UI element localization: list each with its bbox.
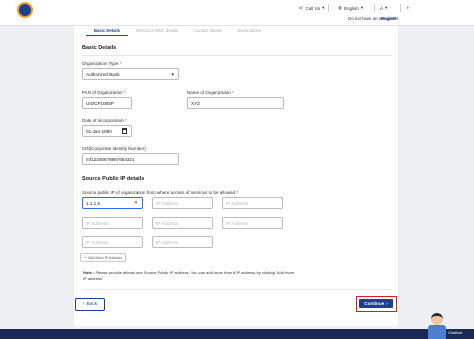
cin-label: CIN(Corporate Identity Number) [82,146,146,151]
basic-details-title: Basic Details [82,45,117,51]
note-text: Please provide atleast one Source Public… [83,270,295,281]
add-more-ip-button[interactable]: + Add More IP Address [80,253,126,262]
tab-contact-details[interactable]: Contact details [186,26,230,36]
ip-address-value-1: 1.1.1.5 [86,201,101,206]
header-divider [374,4,375,12]
ip-address-input-4[interactable]: IP Address [82,217,143,229]
chevron-down-icon: ▾ [322,5,325,10]
org-type-select[interactable]: Authorized Bank ▾ [82,68,179,80]
calendar-icon[interactable] [122,128,127,134]
ip-address-input-7[interactable]: IP Address [82,236,143,248]
chevron-left-icon: ‹ [82,302,85,307]
ip-address-input-1[interactable]: 1.1.1.5 ✕ [82,197,143,209]
ip-placeholder: IP Address [86,240,109,245]
page-footer [0,329,474,339]
globe-icon: ◍ [338,5,342,10]
clear-icon[interactable]: ✕ [134,200,138,206]
chatbot-avatar-icon[interactable] [427,311,447,339]
register-link[interactable]: Register [381,16,398,21]
ip-placeholder: IP Address [86,221,109,226]
ip-placeholder: IP Address [156,240,179,245]
org-type-label: Organization Type * [82,61,122,66]
tab-declarations[interactable]: Declarations [230,26,269,36]
ip-note: Note : Please provide atleast one Source… [83,270,298,282]
header-divider [400,4,401,12]
ip-placeholder: IP Address [226,201,249,206]
chevron-down-icon: ▾ [171,72,174,78]
text-size-icon: A [380,5,384,11]
cin-value: mf12345678987654321 [86,157,135,162]
continue-highlight: Continue › [356,296,397,312]
org-name-value: XYZ [191,101,200,106]
avatar-face [431,313,443,325]
top-header: ☏ Call Us ▾ ◍ English ▾ A ▾ ◑ Do not hav… [0,0,474,26]
org-type-value: Authorized Bank [86,72,120,77]
cin-input[interactable]: mf12345678987654321 [82,153,179,165]
org-name-input[interactable]: XYZ [187,97,284,109]
step-tabs: Basic Details Resource MNC details Conta… [86,26,269,36]
font-size-selector[interactable]: A ▾ [380,5,387,11]
pan-input[interactable]: UIOCP1005P [82,97,132,109]
back-button[interactable]: ‹ Back [75,298,105,311]
chevron-down-icon: ▾ [385,5,388,10]
tab-resource-mnc-details[interactable]: Resource MNC details [128,26,186,36]
chevron-down-icon: ▾ [360,5,363,10]
plus-icon: + [83,255,87,260]
chatbot-label[interactable]: Chatbot [448,330,462,335]
ip-placeholder: IP Address [226,221,249,226]
pan-label: PAN of Organization * [82,90,126,95]
ip-details-title: Source Public IP details [82,176,145,182]
doi-label: Date of incorporation * [82,118,127,123]
pan-value: UIOCP1005P [86,101,114,106]
tab-basic-details[interactable]: Basic Details [86,26,129,36]
ip-address-input-6[interactable]: IP Address [222,217,283,229]
continue-label: Continue [364,301,385,306]
note-prefix: Note : [83,270,95,275]
section-divider [82,55,392,56]
ip-address-input-5[interactable]: IP Address [152,217,213,229]
ip-details-label: Source public IP of organization from wh… [82,190,239,195]
call-us-link[interactable]: ☏ Call Us ▾ [298,5,324,11]
ip-address-input-3[interactable]: IP Address [222,197,283,209]
org-name-label: Name of Organization * [187,90,234,95]
ip-address-input-2[interactable]: IP Address [152,197,213,209]
call-us-label: Call Us [305,5,321,11]
contrast-icon: ◑ [406,5,409,10]
continue-button[interactable]: Continue › [359,299,393,308]
language-selector[interactable]: ◍ English ▾ [338,5,363,11]
back-label: Back [86,302,98,307]
doi-date-input[interactable]: 01-Jan-1990 [82,125,132,137]
avatar-body [428,325,446,339]
language-label: English [343,5,359,11]
organization-logo[interactable] [17,2,33,18]
phone-icon: ☏ [298,5,304,10]
ip-placeholder: IP Address [156,221,179,226]
add-more-ip-label: Add More IP Address [88,255,122,260]
theme-toggle[interactable]: ◑ [406,5,409,10]
ip-placeholder: IP Address [156,201,179,206]
footer-divider [82,289,392,290]
header-divider [328,4,329,12]
doi-value: 01-Jan-1990 [86,129,112,134]
chevron-right-icon: › [386,301,388,306]
ip-address-input-8[interactable]: IP Address [152,236,213,248]
